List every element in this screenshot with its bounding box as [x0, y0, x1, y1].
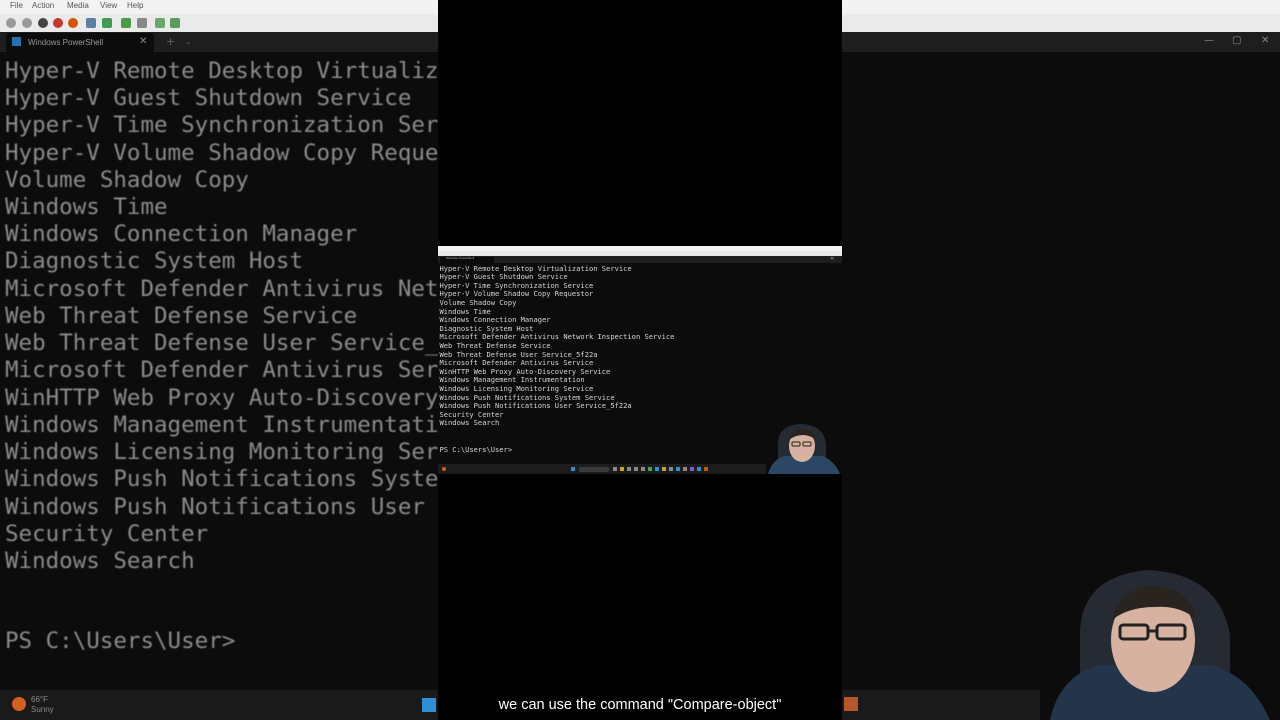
close-window-icon[interactable]: ✕	[830, 256, 834, 262]
terminal-line: Windows Push Notifications User Service_…	[439, 401, 632, 411]
terminal-line: Web Threat Defense Service	[439, 340, 551, 350]
terminal-line: Hyper-V Time Synchronization Service	[439, 280, 594, 290]
menu-action[interactable]: Action	[32, 1, 54, 10]
background-line: Hyper-V Remote Desktop Virtualization Se…	[5, 58, 438, 84]
background-line: Hyper-V Volume Shadow Copy Requestor	[5, 140, 438, 166]
terminal-line: Windows Push Notifications System Servic…	[439, 392, 615, 402]
background-line: Microsoft Defender Antivirus Network Ins…	[5, 276, 438, 302]
minimize-icon[interactable]: —	[1204, 35, 1214, 46]
background-toolbar	[0, 14, 438, 32]
start-icon[interactable]	[571, 467, 575, 471]
chevron-down-icon[interactable]: ⌄	[185, 37, 192, 46]
background-menubar-right	[842, 0, 1280, 14]
terminal-line: Windows Connection Manager	[439, 315, 551, 325]
taskbar-app-icon[interactable]	[655, 467, 659, 471]
terminal-line: Windows Management Instrumentation	[439, 375, 585, 385]
pause-icon[interactable]	[86, 18, 96, 28]
forward-icon[interactable]	[22, 18, 32, 28]
terminal-line: Volume Shadow Copy	[439, 297, 517, 307]
reset-icon[interactable]	[68, 18, 78, 28]
enhanced-session-icon[interactable]	[155, 18, 165, 28]
close-window-icon[interactable]: ✕	[1261, 35, 1269, 46]
taskbar-app-icon[interactable]	[634, 467, 638, 471]
taskbar-app-icon[interactable]	[669, 467, 673, 471]
background-line: Diagnostic System Host	[5, 248, 304, 274]
background-line: Hyper-V Time Synchronization Service	[5, 112, 438, 138]
terminal-line: Windows Search	[439, 418, 500, 428]
share-icon[interactable]	[170, 18, 180, 28]
vm-screen: Windows PowerShell ✕ Hyper-V Remote Desk…	[438, 246, 842, 474]
background-line: Windows Management Instrumentation	[5, 412, 438, 438]
taskbar-app-icon[interactable]	[613, 467, 617, 471]
powershell-icon	[12, 37, 21, 46]
background-zoomed-terminal-left: File Action Media View Help Windows Powe…	[0, 0, 438, 720]
taskbar-app-icon[interactable]	[662, 467, 666, 471]
menu-media[interactable]: Media	[67, 1, 89, 10]
terminal-line: Windows Time	[439, 306, 491, 316]
taskbar-app-icon[interactable]	[641, 467, 645, 471]
taskbar-app-icon[interactable]	[690, 467, 694, 471]
terminal-line: Microsoft Defender Antivirus Network Ins…	[439, 332, 675, 342]
background-tabbar-right	[842, 32, 1280, 52]
taskbar-app-icon[interactable]	[704, 467, 708, 471]
record-icon[interactable]	[53, 18, 63, 28]
play-icon[interactable]	[102, 18, 112, 28]
new-tab-icon[interactable]: +	[166, 35, 175, 48]
taskbar-app-icon[interactable]	[697, 467, 701, 471]
taskbar-app-icon[interactable]	[676, 467, 680, 471]
checkpoint-icon[interactable]	[121, 18, 131, 28]
background-line: Windows Time	[5, 194, 168, 220]
menu-file[interactable]: File	[10, 1, 23, 10]
terminal-line: Web Threat Defense User Service_5f22a	[439, 349, 598, 359]
background-line: Windows Push Notifications User Service_…	[5, 494, 425, 520]
taskbar-app-icon[interactable]	[648, 467, 652, 471]
terminal-line: Hyper-V Guest Shutdown Service	[439, 272, 568, 282]
back-icon[interactable]	[6, 18, 16, 28]
terminal-tabbar	[438, 256, 842, 263]
background-line: Windows Search	[5, 548, 195, 574]
background-line: WinHTTP Web Proxy Auto-Discovery Service	[5, 385, 438, 411]
background-line: Hyper-V Guest Shutdown Service	[5, 85, 412, 111]
terminal-line: Hyper-V Remote Desktop Virtualization Se…	[439, 263, 632, 273]
terminal-prompt[interactable]: PS C:\Users\User>	[440, 446, 513, 453]
background-line: Microsoft Defender Antivirus Service	[5, 357, 438, 383]
background-line: Security Center	[5, 521, 209, 547]
close-tab-icon[interactable]: ✕	[139, 36, 147, 47]
taskbar-app-icon[interactable]	[683, 467, 687, 471]
menu-view[interactable]: View	[100, 1, 117, 10]
background-prompt: PS C:\Users\User>	[5, 628, 236, 654]
video-caption: we can use the command "Compare-object"	[498, 697, 782, 713]
maximize-icon[interactable]: ▢	[1232, 35, 1241, 46]
terminal-line: WinHTTP Web Proxy Auto-Discovery Service	[439, 366, 611, 376]
terminal-line: Security Center	[439, 409, 504, 419]
terminal-line: Hyper-V Volume Shadow Copy Requestor	[439, 289, 594, 299]
menu-help[interactable]: Help	[127, 1, 143, 10]
webcam-presenter-small	[766, 422, 842, 474]
background-line: Volume Shadow Copy	[5, 167, 249, 193]
weather-sun-icon[interactable]	[442, 467, 446, 471]
taskbar-app-icon[interactable]	[620, 467, 624, 471]
terminal-line: Windows Licensing Monitoring Service	[439, 383, 594, 393]
background-line: Windows Licensing Monitoring Service	[5, 439, 438, 465]
background-line: Web Threat Defense User Service_5f22a	[5, 330, 438, 356]
background-line: Windows Push Notifications System Servic…	[5, 466, 438, 492]
taskbar-app-icon[interactable]	[627, 467, 631, 471]
stop-icon[interactable]	[38, 18, 48, 28]
terminal-line: Diagnostic System Host	[439, 323, 534, 333]
background-menubar: File Action Media View Help	[0, 0, 438, 14]
taskbar-search[interactable]	[579, 466, 609, 472]
background-line: Web Threat Defense Service	[5, 303, 358, 329]
background-line: Windows Connection Manager	[5, 221, 358, 247]
terminal-tab-title: Windows PowerShell	[446, 256, 475, 260]
background-toolbar-right	[842, 14, 1280, 32]
revert-icon[interactable]	[137, 18, 147, 28]
background-tab-title: Windows PowerShell	[28, 38, 104, 47]
terminal-line: Microsoft Defender Antivirus Service	[439, 358, 594, 368]
